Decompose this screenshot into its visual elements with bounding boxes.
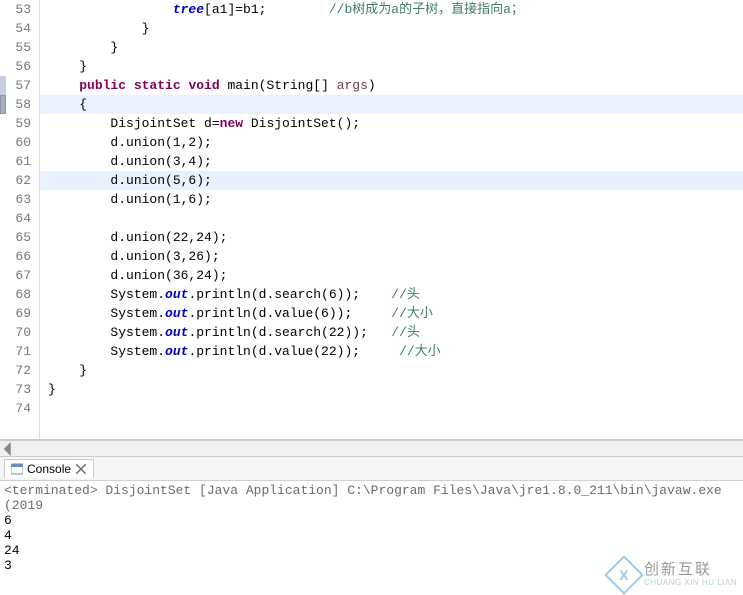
watermark-cn: 创新互联 — [644, 562, 737, 579]
code-line[interactable]: d.union(36,24); — [40, 266, 743, 285]
token: new — [220, 116, 243, 131]
token: //b树成为a的子树，直接指向a； — [329, 2, 524, 17]
change-marker — [0, 95, 6, 114]
code-editor[interactable]: 5354555657585960616263646566676869707172… — [0, 0, 743, 440]
watermark: X 创新互联 CHUANG XIN HU LIAN — [610, 561, 737, 589]
token: //头 — [391, 325, 420, 340]
console-panel: Console <terminated> DisjointSet [Java A… — [0, 456, 743, 575]
line-number-gutter: 5354555657585960616263646566676869707172… — [0, 0, 40, 439]
line-number: 69 — [0, 304, 31, 323]
code-line[interactable]: System.out.println(d.value(22)); //大小 — [40, 342, 743, 361]
code-line[interactable]: System.out.println(d.value(6)); //大小 — [40, 304, 743, 323]
close-icon[interactable] — [75, 463, 87, 475]
code-line[interactable]: tree[a1]=b1; //b树成为a的子树，直接指向a； — [40, 0, 743, 19]
line-number: 63 — [0, 190, 31, 209]
line-number: 67 — [0, 266, 31, 285]
horizontal-scrollbar[interactable] — [0, 440, 743, 456]
token: out — [165, 344, 188, 359]
scroll-left-icon[interactable] — [2, 443, 16, 455]
console-tab[interactable]: Console — [4, 459, 94, 478]
line-number: 66 — [0, 247, 31, 266]
token: static — [134, 78, 189, 93]
line-number: 55 — [0, 38, 31, 57]
code-line[interactable]: } — [40, 57, 743, 76]
line-number: 56 — [0, 57, 31, 76]
token: out — [165, 287, 188, 302]
line-number: 68 — [0, 285, 31, 304]
code-line[interactable]: d.union(1,6); — [40, 190, 743, 209]
console-output-line: 4 — [4, 528, 739, 543]
console-run-status: <terminated> DisjointSet [Java Applicati… — [4, 483, 739, 513]
line-number: 73 — [0, 380, 31, 399]
console-tab-bar: Console — [0, 457, 743, 481]
code-line[interactable]: public static void main(String[] args) — [40, 76, 743, 95]
line-number: 61 — [0, 152, 31, 171]
code-line[interactable]: { — [40, 95, 743, 114]
line-number: 74 — [0, 399, 31, 418]
line-number: 71 — [0, 342, 31, 361]
token: args — [337, 78, 368, 93]
line-number: 59 — [0, 114, 31, 133]
line-number: 72 — [0, 361, 31, 380]
token: void — [188, 78, 219, 93]
console-output-line: 24 — [4, 543, 739, 558]
code-line[interactable]: System.out.println(d.search(22)); //头 — [40, 323, 743, 342]
code-line[interactable]: } — [40, 380, 743, 399]
line-number: 54 — [0, 19, 31, 38]
code-line[interactable]: DisjointSet d=new DisjointSet(); — [40, 114, 743, 133]
code-line[interactable]: } — [40, 38, 743, 57]
code-line[interactable]: d.union(5,6); — [40, 171, 743, 190]
token: out — [165, 325, 188, 340]
code-line[interactable]: } — [40, 361, 743, 380]
line-number: 53 — [0, 0, 31, 19]
code-line[interactable] — [40, 209, 743, 228]
console-output-line: 6 — [4, 513, 739, 528]
token: //头 — [391, 287, 420, 302]
code-area[interactable]: tree[a1]=b1; //b树成为a的子树，直接指向a； } } } pub… — [40, 0, 743, 439]
line-number: 64 — [0, 209, 31, 228]
token: tree — [173, 2, 204, 17]
token: //大小 — [399, 344, 441, 359]
console-icon — [11, 463, 23, 475]
line-number: 60 — [0, 133, 31, 152]
line-number: 70 — [0, 323, 31, 342]
code-line[interactable]: d.union(3,4); — [40, 152, 743, 171]
watermark-logo-icon: X — [604, 555, 644, 595]
line-number: 65 — [0, 228, 31, 247]
token: //大小 — [391, 306, 433, 321]
code-line[interactable]: d.union(1,2); — [40, 133, 743, 152]
code-line[interactable] — [40, 399, 743, 418]
code-line[interactable]: d.union(3,26); — [40, 247, 743, 266]
token: public — [79, 78, 134, 93]
code-line[interactable]: d.union(22,24); — [40, 228, 743, 247]
code-line[interactable]: System.out.println(d.search(6)); //头 — [40, 285, 743, 304]
console-tab-label: Console — [27, 462, 71, 476]
line-number: 62 — [0, 171, 31, 190]
code-line[interactable]: } — [40, 19, 743, 38]
token: out — [165, 306, 188, 321]
watermark-en: CHUANG XIN HU LIAN — [644, 579, 737, 588]
